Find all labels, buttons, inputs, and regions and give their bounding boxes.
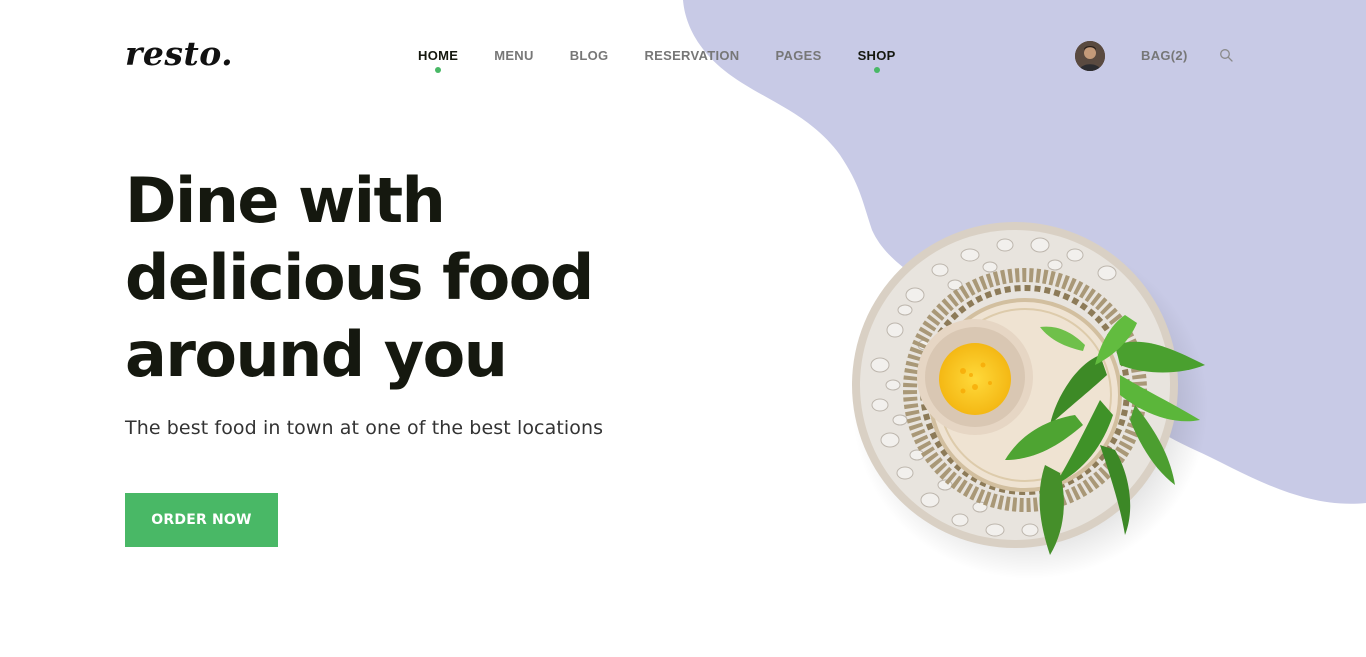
nav-item-reservation[interactable]: RESERVATION [644, 47, 739, 75]
hero-title-line: Dine with [125, 164, 446, 237]
avatar-icon [1075, 41, 1105, 71]
hero-title-line: around you [125, 318, 508, 391]
nav-item-pages[interactable]: PAGES [776, 47, 822, 75]
nav-item-label: PAGES [775, 48, 822, 63]
nav-item-label: MENU [494, 48, 534, 63]
nav-item-label: RESERVATION [644, 48, 740, 63]
hero-title-line: delicious food [125, 241, 594, 314]
search-icon[interactable] [1219, 48, 1234, 63]
user-avatar[interactable] [1075, 41, 1105, 71]
order-now-button[interactable]: ORDER NOW [125, 493, 278, 547]
nav-item-label: HOME [418, 48, 459, 63]
bag-link[interactable]: BAG(2) [1141, 48, 1188, 63]
nav-item-label: BLOG [569, 48, 609, 63]
nav-item-label: SHOP [857, 48, 896, 63]
active-indicator-dot [873, 67, 880, 73]
hero-title: Dine with delicious food around you [125, 162, 685, 393]
brand-logo[interactable]: resto. [125, 34, 233, 73]
nav-item-home[interactable]: HOME [418, 47, 458, 75]
hero-subtitle: The best food in town at one of the best… [125, 417, 604, 439]
nav-item-menu[interactable]: MENU [494, 47, 533, 75]
active-indicator-dot [435, 67, 442, 73]
food-plate-image [852, 222, 1208, 579]
main-nav: HOME MENU BLOG RESERVATION PAGES SHOP [418, 47, 932, 75]
nav-item-shop[interactable]: SHOP [858, 47, 896, 75]
nav-item-blog[interactable]: BLOG [570, 47, 609, 75]
